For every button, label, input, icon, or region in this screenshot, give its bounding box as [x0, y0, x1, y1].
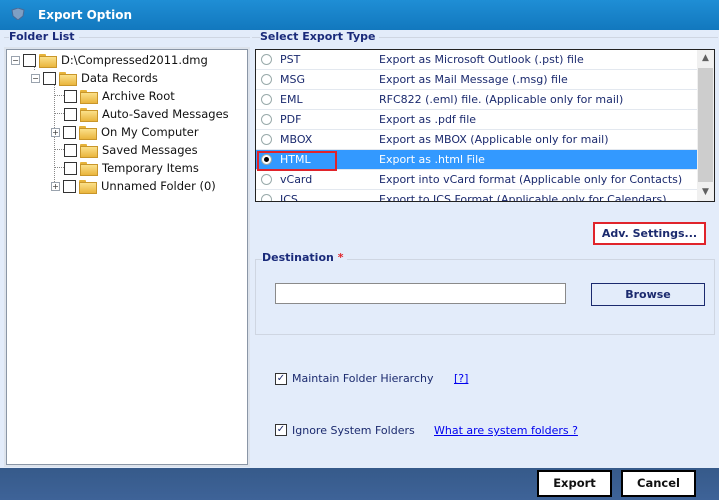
title-bar: Export Option [0, 0, 719, 30]
tree-item-label: Unnamed Folder (0) [101, 179, 216, 193]
export-option-msg[interactable]: MSG Export as Mail Message (.msg) file [256, 70, 698, 90]
tree-checkbox[interactable] [43, 71, 56, 85]
adv-settings-button[interactable]: Adv. Settings... [593, 222, 706, 245]
option-desc: Export into vCard format (Applicable onl… [379, 173, 683, 186]
html-highlight-box [257, 151, 337, 171]
export-option-eml[interactable]: EML RFC822 (.eml) file. (Applicable only… [256, 90, 698, 110]
option-name: PST [280, 53, 301, 66]
footer-bar: Export Cancel [0, 468, 719, 500]
export-type-list[interactable]: PST Export as Microsoft Outlook (.pst) f… [255, 49, 715, 202]
collapse-icon[interactable]: − [11, 55, 20, 65]
option-desc: Export as .pdf file [379, 113, 477, 126]
radio-button[interactable] [261, 54, 272, 65]
cancel-button[interactable]: Cancel [621, 470, 696, 497]
tree-checkbox[interactable] [63, 125, 76, 139]
option-name: MBOX [280, 133, 313, 146]
tree-item-on-my-computer[interactable]: + On My Computer [51, 123, 199, 141]
folder-icon [79, 162, 98, 176]
option-name: vCard [280, 173, 313, 186]
scroll-up-icon[interactable]: ▲ [697, 50, 714, 67]
tree-item-label: Data Records [81, 71, 158, 85]
option-desc: Export as Microsoft Outlook (.pst) file [379, 53, 584, 66]
hierarchy-help-link[interactable]: [?] [454, 372, 468, 385]
expand-icon[interactable]: + [51, 181, 60, 191]
system-folders-help-link[interactable]: What are system folders ? [434, 424, 578, 437]
folder-list-label: Folder List [9, 30, 79, 43]
tree-item-label: D:\Compressed2011.dmg [61, 53, 208, 67]
destination-label-text: Destination [262, 251, 334, 264]
window-title: Export Option [38, 8, 133, 22]
tree-item-label: Archive Root [102, 89, 175, 103]
option-desc: Export as MBOX (Applicable only for mail… [379, 133, 609, 146]
ignore-system-folders-label: Ignore System Folders [292, 424, 415, 437]
tree-item-archive-root[interactable]: Archive Root [64, 87, 175, 105]
option-desc: Export as Mail Message (.msg) file [379, 73, 568, 86]
tree-checkbox[interactable] [64, 161, 77, 175]
export-option-mbox[interactable]: MBOX Export as MBOX (Applicable only for… [256, 130, 698, 150]
tree-item-label: Auto-Saved Messages [102, 107, 229, 121]
option-name: EML [280, 93, 303, 106]
shield-app-icon [11, 8, 25, 20]
folder-icon [79, 90, 98, 104]
option-name: ICS [280, 193, 298, 202]
tree-item-label: Saved Messages [102, 143, 198, 157]
tree-item-root[interactable]: − D:\Compressed2011.dmg [11, 51, 208, 69]
browse-button[interactable]: Browse [591, 283, 705, 306]
open-folder-icon [38, 54, 57, 68]
ignore-system-folders-checkbox[interactable]: ✓ [275, 424, 287, 436]
option-desc: Export to ICS Format (Applicable only fo… [379, 193, 667, 202]
folder-tree[interactable]: − D:\Compressed2011.dmg − Data Records A… [6, 49, 248, 465]
data-folder-icon [58, 72, 77, 86]
option-desc: Export as .html File [379, 153, 485, 166]
destination-label: Destination * [262, 251, 348, 264]
tree-item-label: On My Computer [101, 125, 199, 139]
maintain-hierarchy-label: Maintain Folder Hierarchy [292, 372, 434, 385]
required-mark: * [337, 251, 344, 264]
scrollbar-thumb[interactable] [698, 68, 713, 182]
export-option-ics[interactable]: ICS Export to ICS Format (Applicable onl… [256, 190, 698, 202]
destination-input[interactable] [275, 283, 566, 304]
radio-button[interactable] [261, 174, 272, 185]
tree-item-temporary-items[interactable]: Temporary Items [64, 159, 199, 177]
folder-icon [79, 108, 98, 122]
option-name: MSG [280, 73, 305, 86]
collapse-icon[interactable]: − [31, 73, 40, 83]
tree-checkbox[interactable] [64, 107, 77, 121]
radio-button[interactable] [261, 74, 272, 85]
radio-button[interactable] [261, 94, 272, 105]
tree-item-auto-saved[interactable]: Auto-Saved Messages [64, 105, 229, 123]
tree-item-data-records[interactable]: − Data Records [31, 69, 158, 87]
tree-checkbox[interactable] [63, 179, 76, 193]
expand-icon[interactable]: + [51, 127, 60, 137]
radio-button[interactable] [261, 194, 272, 201]
maintain-hierarchy-checkbox[interactable]: ✓ [275, 373, 287, 385]
vertical-scrollbar[interactable]: ▲ ▼ [697, 50, 714, 201]
radio-button[interactable] [261, 134, 272, 145]
tree-item-label: Temporary Items [102, 161, 199, 175]
export-button[interactable]: Export [537, 470, 612, 497]
scroll-down-icon[interactable]: ▼ [697, 184, 714, 201]
tree-checkbox[interactable] [64, 143, 77, 157]
tree-checkbox[interactable] [64, 89, 77, 103]
radio-button[interactable] [261, 114, 272, 125]
export-type-label: Select Export Type [260, 30, 380, 43]
tree-checkbox[interactable] [23, 53, 36, 67]
tree-item-saved-messages[interactable]: Saved Messages [64, 141, 198, 159]
export-option-vcard[interactable]: vCard Export into vCard format (Applicab… [256, 170, 698, 190]
folder-icon [78, 126, 97, 140]
option-name: PDF [280, 113, 302, 126]
option-desc: RFC822 (.eml) file. (Applicable only for… [379, 93, 624, 106]
folder-icon [79, 144, 98, 158]
export-option-pst[interactable]: PST Export as Microsoft Outlook (.pst) f… [256, 50, 698, 70]
tree-item-unnamed-folder[interactable]: + Unnamed Folder (0) [51, 177, 216, 195]
folder-icon [78, 180, 97, 194]
export-option-pdf[interactable]: PDF Export as .pdf file [256, 110, 698, 130]
